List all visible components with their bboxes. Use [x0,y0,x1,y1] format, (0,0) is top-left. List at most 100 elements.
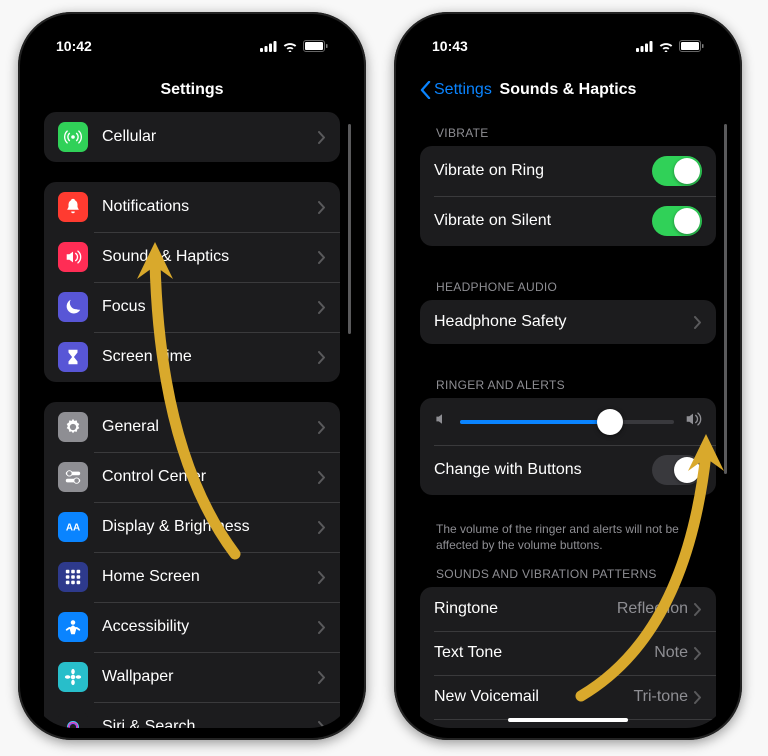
battery-icon [303,40,328,52]
row-headphone-safety[interactable]: Headphone Safety [420,300,716,344]
section-header: RINGER AND ALERTS [406,364,730,398]
row-label: Notifications [102,198,318,216]
hourglass-icon [58,342,88,372]
chevron-right-icon [318,521,326,534]
row-focus[interactable]: Focus [44,282,340,332]
home-indicator[interactable] [508,718,628,722]
row-home-screen[interactable]: Home Screen [44,552,340,602]
notch [119,24,265,54]
row-cellular[interactable]: Cellular [44,112,340,162]
toggle[interactable] [652,156,702,186]
row-display-brightness[interactable]: AADisplay & Brightness [44,502,340,552]
section-header: SOUNDS AND VIBRATION PATTERNS [406,553,730,587]
phone-left: 10:42 Settings Cellular Notifications Soun… [18,12,366,740]
row-new-voicemail[interactable]: New VoicemailTri-tone [420,675,716,719]
wifi-icon [282,41,298,52]
siri-icon [58,712,88,728]
scrollbar[interactable] [348,124,351,334]
scrollbar[interactable] [724,124,727,474]
back-label: Settings [434,81,492,99]
toggle[interactable] [652,206,702,236]
chevron-right-icon [318,671,326,684]
cellular-icon [58,122,88,152]
speaker-high-icon [684,410,702,433]
row-label: Accessibility [102,618,318,636]
row-label: Change with Buttons [434,461,652,479]
status-time: 10:43 [432,38,468,54]
settings-list[interactable]: Cellular Notifications Sounds & Haptics Foc… [30,112,354,728]
row-accessibility[interactable]: Accessibility [44,602,340,652]
row-label: General [102,418,318,436]
row-vibrate-on-ring: Vibrate on Ring [420,146,716,196]
chevron-right-icon [318,251,326,264]
chevron-right-icon [694,691,702,704]
phone-right: 10:43 Settings Sounds & Haptics VIBRATEV… [394,12,742,740]
page-title: Sounds & Haptics [500,81,637,99]
toggle[interactable] [652,455,702,485]
row-label: Screen Time [102,348,318,366]
chevron-right-icon [318,131,326,144]
row-change-with-buttons: Change with Buttons [420,445,716,495]
row-wallpaper[interactable]: Wallpaper [44,652,340,702]
row-label: Control Center [102,468,318,486]
grid-icon [58,562,88,592]
battery-icon [679,40,704,52]
bell-icon [58,192,88,222]
row-control-center[interactable]: Control Center [44,452,340,502]
page-title: Settings [160,81,223,99]
row-text-tone[interactable]: Text ToneNote [420,631,716,675]
volume-slider-row [420,398,716,445]
volume-slider[interactable] [460,420,674,424]
person-icon [58,612,88,642]
flower-icon [58,662,88,692]
section-header: VIBRATE [406,112,730,146]
row-label: Cellular [102,128,318,146]
svg-text:AA: AA [66,523,80,534]
row-label: Siri & Search [102,718,318,728]
row-vibrate-on-silent: Vibrate on Silent [420,196,716,246]
row-value: Reflection [617,600,688,618]
chevron-right-icon [318,471,326,484]
AA-icon: AA [58,512,88,542]
row-screen-time[interactable]: Screen Time [44,332,340,382]
row-notifications[interactable]: Notifications [44,182,340,232]
chevron-right-icon [318,721,326,729]
speaker-icon [58,242,88,272]
notch [495,24,641,54]
chevron-right-icon [694,316,702,329]
chevron-right-icon [318,621,326,634]
nav-bar: Settings Sounds & Haptics [406,68,730,112]
back-button[interactable]: Settings [420,81,492,99]
nav-bar: Settings [30,68,354,112]
gear-icon [58,412,88,442]
switches-icon [58,462,88,492]
status-time: 10:42 [56,38,92,54]
row-value: Tri-tone [633,688,688,706]
row-siri-search[interactable]: Siri & Search [44,702,340,728]
row-value: Note [654,644,688,662]
chevron-right-icon [694,647,702,660]
row-label: Headphone Safety [434,313,694,331]
sounds-haptics-list[interactable]: VIBRATE Vibrate on Ring Vibrate on Silent H… [406,112,730,728]
chevron-right-icon [318,571,326,584]
row-label: Focus [102,298,318,316]
chevron-right-icon [318,201,326,214]
chevron-right-icon [318,421,326,434]
row-ringtone[interactable]: RingtoneReflection [420,587,716,631]
row-label: Text Tone [434,644,654,662]
section-footer: The volume of the ringer and alerts will… [406,515,730,553]
chevron-right-icon [694,603,702,616]
row-label: Home Screen [102,568,318,586]
row-sounds-haptics[interactable]: Sounds & Haptics [44,232,340,282]
wifi-icon [658,41,674,52]
row-label: Vibrate on Ring [434,162,652,180]
row-label: Sounds & Haptics [102,248,318,266]
row-label: New Voicemail [434,688,633,706]
section-header: HEADPHONE AUDIO [406,266,730,300]
chevron-right-icon [318,301,326,314]
speaker-low-icon [434,411,450,432]
moon-icon [58,292,88,322]
row-label: Vibrate on Silent [434,212,652,230]
row-general[interactable]: General [44,402,340,452]
row-label: Ringtone [434,600,617,618]
